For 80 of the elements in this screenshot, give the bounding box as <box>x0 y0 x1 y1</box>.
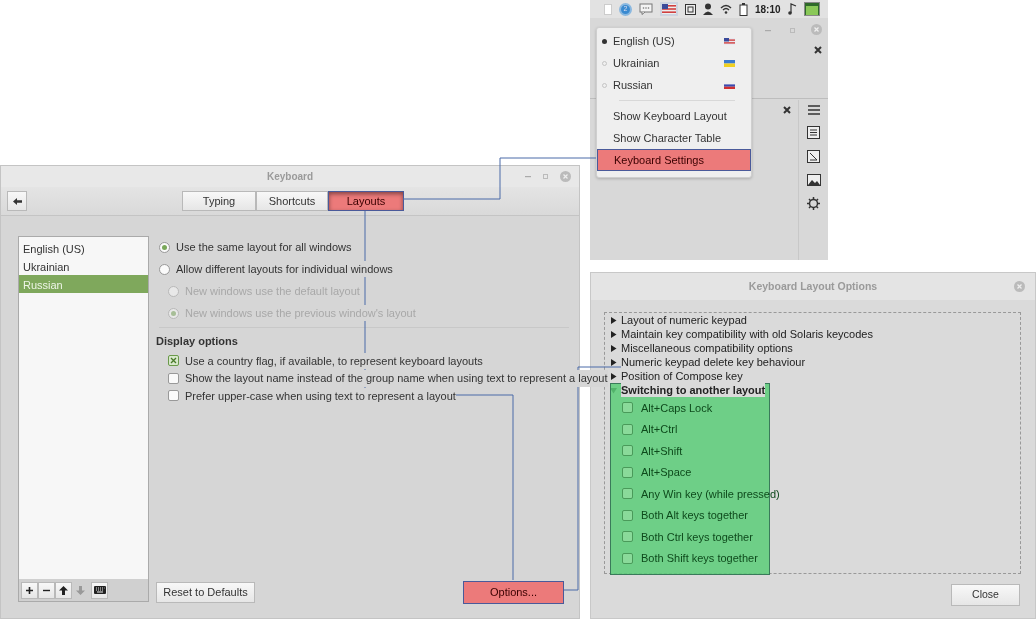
checkbox[interactable] <box>622 488 633 500</box>
battery-icon[interactable] <box>739 2 748 16</box>
menu-item[interactable]: Show Keyboard Layout <box>597 105 751 127</box>
option-label: Alt+Ctrl <box>641 422 678 437</box>
checkbox[interactable] <box>168 355 179 367</box>
expander-icon[interactable] <box>610 372 617 380</box>
image-icon[interactable] <box>806 174 821 186</box>
tree-item-label[interactable]: Switching to another layout <box>621 383 766 397</box>
checkbox[interactable] <box>622 552 633 564</box>
checkbox[interactable] <box>622 466 633 478</box>
close-icon[interactable] <box>783 106 791 114</box>
option-label: Use a country flag, if available, to represent keyboard layouts <box>185 352 483 369</box>
option-label: Allow different layouts for individual windows <box>176 260 393 278</box>
list-icon[interactable] <box>807 126 820 139</box>
checkbox[interactable] <box>622 423 633 435</box>
back-button[interactable] <box>7 191 27 211</box>
person-icon[interactable] <box>703 3 713 15</box>
section-heading: Display options <box>156 334 239 349</box>
expander-icon[interactable] <box>610 316 617 324</box>
chat-icon <box>639 3 653 15</box>
tab[interactable]: Layouts <box>328 191 404 211</box>
option-label: Alt+Space <box>641 465 692 480</box>
menu-item[interactable]: Russian <box>597 74 751 96</box>
option-label: Both Ctrl keys together <box>641 529 753 545</box>
arrow-down-icon <box>76 585 85 595</box>
menu-item[interactable]: Ukrainian <box>597 52 751 74</box>
dialog-title: Keyboard Layout Options <box>748 278 878 294</box>
close-icon[interactable] <box>814 46 822 54</box>
checkbox[interactable] <box>168 372 179 384</box>
checkbox[interactable] <box>168 390 179 402</box>
add-icon <box>25 585 34 595</box>
options-button[interactable]: Options... <box>463 581 564 604</box>
reset-button[interactable]: Reset to Defaults <box>156 582 255 603</box>
menu-item[interactable]: Show Character Table <box>597 127 751 149</box>
radio-button[interactable] <box>159 241 170 253</box>
menu-item[interactable]: Keyboard Settings <box>597 149 751 171</box>
menu-icon[interactable] <box>807 105 820 115</box>
toolbar-button[interactable] <box>91 581 108 599</box>
window-title: Keyboard <box>266 170 314 184</box>
window-icon[interactable] <box>685 3 696 15</box>
flag-icon[interactable] <box>660 2 678 16</box>
arrow-up-icon <box>59 585 68 595</box>
clock-text[interactable]: 18:10 <box>755 1 781 17</box>
expander-icon[interactable] <box>610 330 617 338</box>
tab[interactable]: Shortcuts <box>256 191 328 211</box>
checkbox[interactable] <box>622 402 633 414</box>
option-label: Alt+Shift <box>641 443 683 459</box>
option-label: Both Alt keys together <box>641 508 748 523</box>
tree-item-label[interactable]: Miscellaneous compatibility options <box>621 341 793 355</box>
checkbox[interactable] <box>622 531 633 543</box>
list-item[interactable]: English (US) <box>19 239 148 257</box>
radio-button[interactable] <box>159 263 170 275</box>
music-note-icon[interactable] <box>787 3 797 15</box>
option-label: Both Shift keys together <box>641 551 758 566</box>
tree-item-label[interactable]: Layout of numeric keypad <box>621 313 747 327</box>
checkbox[interactable] <box>622 509 633 521</box>
note-icon <box>604 3 612 15</box>
wifi-icon[interactable] <box>720 4 732 14</box>
checkbox[interactable] <box>622 445 633 457</box>
toolbar-button[interactable] <box>55 581 72 599</box>
option-label: Alt+Caps Lock <box>641 400 713 416</box>
tree-item-label[interactable]: Maintain key compatibility with old Solaris keycodes <box>621 327 873 341</box>
flag-icon <box>724 81 735 89</box>
expander-icon[interactable] <box>610 344 617 352</box>
list-item[interactable]: Ukrainian <box>19 257 148 275</box>
menu-item[interactable]: English (US) <box>597 30 751 52</box>
keyboard-icon <box>93 586 106 594</box>
chart-icon[interactable] <box>807 150 820 163</box>
tree-item-label[interactable]: Position of Compose key <box>621 369 743 383</box>
flag-icon <box>724 59 735 67</box>
option-label: Show the layout name instead of the group name when using text to represent a layout <box>185 370 608 387</box>
screen-icon[interactable] <box>803 2 820 16</box>
arrow-left-icon <box>12 197 22 205</box>
settings-icon[interactable] <box>807 197 820 210</box>
tab[interactable]: Typing <box>182 191 256 211</box>
toolbar-button[interactable] <box>38 581 55 599</box>
flag-icon <box>724 37 735 45</box>
toolbar-button[interactable] <box>21 581 38 599</box>
expander-icon[interactable] <box>610 358 617 366</box>
close-button[interactable]: Close <box>951 584 1020 606</box>
